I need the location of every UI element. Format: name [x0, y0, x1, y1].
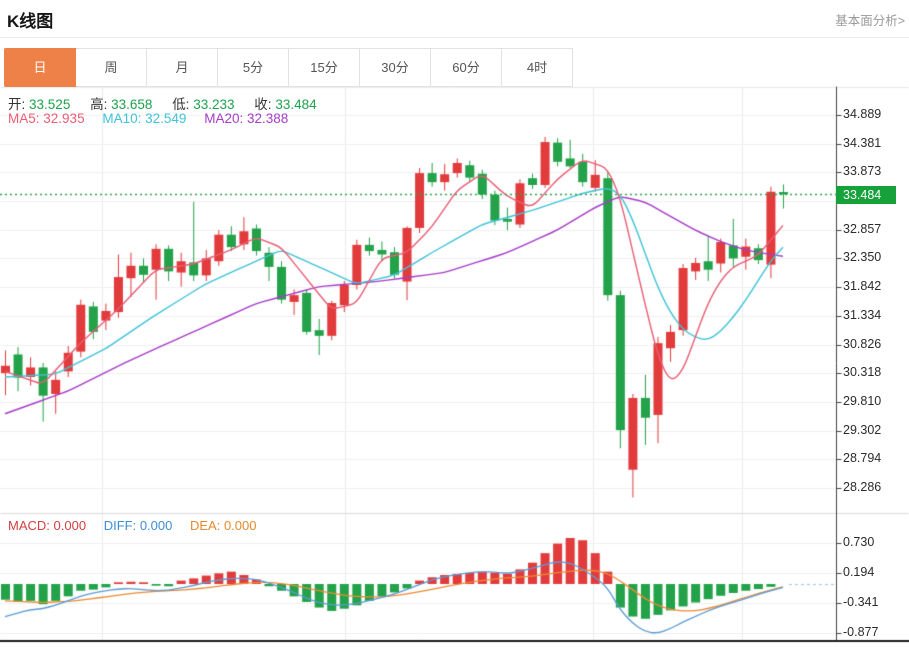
tab-day[interactable]: 日: [4, 48, 77, 87]
tab-15min[interactable]: 15分: [289, 49, 360, 86]
page-title: K线图: [7, 7, 53, 32]
diff-value: 0.000: [140, 518, 173, 533]
ma10-label: MA10:: [102, 111, 141, 126]
header-divider: [0, 37, 909, 38]
ma5-value: 32.935: [43, 111, 84, 126]
price-tick-label: 32.350: [843, 250, 881, 264]
close-value: 33.484: [275, 97, 316, 112]
macd-legend: MACD: 0.000 DIFF: 0.000 DEA: 0.000: [8, 518, 257, 533]
ma-legend: MA5: 32.935 MA10: 32.549 MA20: 32.388: [8, 111, 288, 126]
dea-label: DEA:: [190, 518, 220, 533]
high-label: 高:: [90, 97, 107, 112]
tab-month[interactable]: 月: [147, 49, 218, 86]
ohlc-readout: 开: 33.525 高: 33.658 低: 33.233 收: 33.484: [8, 93, 333, 113]
price-tick-label: 32.857: [843, 222, 881, 236]
kline-page: { "header": {"title": "K线图", "link_label…: [0, 0, 909, 647]
low-value: 33.233: [193, 97, 234, 112]
price-tick-label: 29.302: [843, 423, 881, 437]
macd-label: MACD:: [8, 518, 50, 533]
last-price-badge: 33.484: [836, 186, 896, 204]
open-value: 33.525: [29, 97, 70, 112]
high-value: 33.658: [111, 97, 152, 112]
macd-tick-label: -0.877: [843, 625, 878, 639]
tab-60min[interactable]: 60分: [431, 49, 502, 86]
ma20-value: 32.388: [247, 111, 288, 126]
close-label: 收:: [254, 97, 271, 112]
price-tick-label: 28.794: [843, 451, 881, 465]
tab-30min[interactable]: 30分: [360, 49, 431, 86]
price-tick-label: 29.810: [843, 394, 881, 408]
macd-tick-label: -0.341: [843, 595, 878, 609]
diff-label: DIFF:: [104, 518, 137, 533]
price-tick-label: 34.889: [843, 107, 881, 121]
tab-week[interactable]: 周: [76, 49, 147, 86]
fundamental-analysis-link[interactable]: 基本面分析>: [835, 10, 905, 29]
interval-tabs: 日 周 月 5分 15分 30分 60分 4时: [4, 48, 573, 87]
price-tick-label: 33.873: [843, 164, 881, 178]
price-tick-label: 30.318: [843, 365, 881, 379]
tab-4hour[interactable]: 4时: [502, 49, 572, 86]
price-tick-label: 28.286: [843, 480, 881, 494]
macd-tick-label: 0.730: [843, 535, 874, 549]
tab-5min[interactable]: 5分: [218, 49, 289, 86]
macd-value: 0.000: [54, 518, 87, 533]
dea-value: 0.000: [224, 518, 257, 533]
price-tick-label: 34.381: [843, 136, 881, 150]
open-label: 开:: [8, 97, 25, 112]
macd-tick-label: 0.194: [843, 565, 874, 579]
price-tick-label: 31.334: [843, 308, 881, 322]
price-tick-label: 30.826: [843, 337, 881, 351]
low-label: 低:: [172, 97, 189, 112]
ma20-label: MA20:: [204, 111, 243, 126]
price-tick-label: 31.842: [843, 279, 881, 293]
ma5-label: MA5:: [8, 111, 40, 126]
ma10-value: 32.549: [145, 111, 186, 126]
